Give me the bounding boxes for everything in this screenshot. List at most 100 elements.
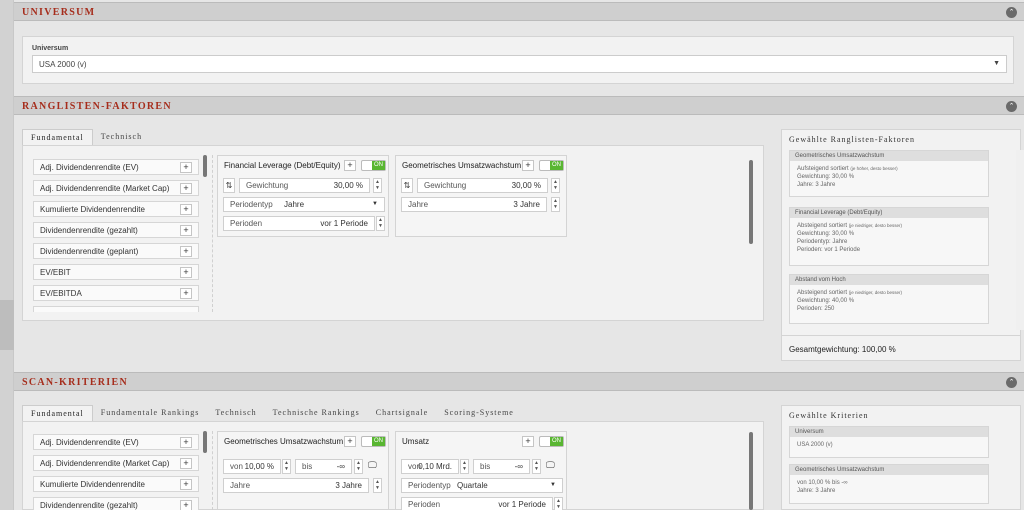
chevron-up-icon[interactable]: ⌃	[1006, 7, 1017, 18]
add-icon[interactable]: +	[344, 160, 356, 171]
add-icon[interactable]: +	[180, 479, 192, 490]
selected-factor: Abstand vom Hoch Absteigend sortiert (je…	[789, 274, 989, 324]
ranking-header[interactable]: Ranglisten-Faktoren ⌃	[14, 96, 1024, 115]
list-item[interactable]: Dividendenrendite (gezahlt) +	[33, 222, 199, 238]
toggle-switch[interactable]: ON	[361, 160, 386, 171]
list-item[interactable]: EV/EBITDA +	[33, 285, 199, 301]
scan-selected-panel: Gewählte Kriterien Universum USA 2000 (v…	[781, 405, 1021, 510]
list-item[interactable]: Adj. Dividendenrendite (EV) +	[33, 434, 199, 450]
caret-down-icon: ▼	[993, 60, 1000, 67]
tab-technische-rankings[interactable]: Technische Rankings	[265, 405, 368, 421]
monitor-icon[interactable]: 🖵	[368, 460, 380, 472]
tab-scoring-systeme[interactable]: Scoring-Systeme	[436, 405, 522, 421]
toggle-switch[interactable]: ON	[539, 160, 564, 171]
list-item[interactable]: Kumulierte Dividendenrendite +	[33, 476, 199, 492]
monitor-icon[interactable]: 🖵	[546, 460, 558, 472]
list-item[interactable]: Adj. Dividendenrendite (EV) +	[33, 159, 199, 175]
list-scrollbar[interactable]	[203, 155, 207, 177]
list-scrollbar[interactable]	[203, 431, 207, 453]
stepper-icon[interactable]: ▲ ▼	[551, 178, 560, 193]
bis-input[interactable]: bis -∞	[295, 459, 352, 474]
chevron-up-icon[interactable]: ⌃	[1006, 101, 1017, 112]
add-icon[interactable]: +	[180, 267, 192, 278]
list-item[interactable]: Adj. Dividendenrendite (Market Cap) +	[33, 180, 199, 196]
stepper-icon[interactable]: ▲ ▼	[551, 197, 560, 212]
add-icon[interactable]: +	[522, 436, 534, 447]
universum-select-value: USA 2000 (v)	[39, 60, 87, 69]
selected-criterion: Geometrisches Umsatzwachstum von 10,00 %…	[789, 464, 989, 504]
scan-header[interactable]: Scan-Kriterien ⌃	[14, 372, 1024, 391]
jahre-input[interactable]: Jahre 3 Jahre	[401, 197, 547, 212]
tab-technisch[interactable]: Technisch	[207, 405, 264, 421]
universum-label: Universum	[32, 45, 69, 52]
list-item[interactable]: EV/EBIT +	[33, 264, 199, 280]
list-item[interactable]: Kumulierte Dividendenrendite +	[33, 201, 199, 217]
von-input[interactable]: von 0,10 Mrd.	[401, 459, 459, 474]
list-item[interactable]: Adj. Dividendenrendite (Market Cap) +	[33, 455, 199, 471]
stepper-icon[interactable]: ▲ ▼	[532, 459, 541, 474]
list-item[interactable]	[33, 306, 199, 312]
list-item[interactable]: Dividendenrendite (gezahlt) +	[33, 497, 199, 510]
add-icon[interactable]: +	[180, 500, 192, 510]
scan-tabs: Fundamental Fundamentale Rankings Techni…	[22, 405, 522, 421]
chevron-up-icon[interactable]: ⌃	[1006, 377, 1017, 388]
divider	[212, 155, 213, 312]
stepper-icon[interactable]: ▲ ▼	[354, 459, 363, 474]
ranking-tabs: Fundamental Technisch	[22, 129, 150, 145]
cards-scrollbar[interactable]	[749, 160, 753, 244]
add-icon[interactable]: +	[180, 183, 192, 194]
card-title: Geometrisches Umsatzwachstum	[224, 437, 344, 446]
periodentyp-select[interactable]: Periodentyp Jahre ▼	[223, 197, 385, 212]
selected-criteria-title: Gewählte Kriterien	[789, 411, 869, 420]
add-icon[interactable]: +	[180, 288, 192, 299]
add-icon[interactable]: +	[180, 458, 192, 469]
tab-technisch[interactable]: Technisch	[93, 129, 150, 145]
add-icon[interactable]: +	[180, 204, 192, 215]
bis-input[interactable]: bis -∞	[473, 459, 530, 474]
periodentyp-select[interactable]: Periodentyp Quartale ▼	[401, 478, 563, 493]
scan-criteria-list: Adj. Dividendenrendite (EV) + Adj. Divide…	[33, 434, 199, 510]
sort-icon[interactable]: ⇅	[223, 178, 235, 193]
list-item[interactable]: Dividendenrendite (geplant) +	[33, 243, 199, 259]
tab-fundamental[interactable]: Fundamental	[22, 129, 93, 145]
ranking-factor-list: Adj. Dividendenrendite (EV) + Adj. Divide…	[33, 159, 199, 312]
perioden-input[interactable]: Perioden vor 1 Periode	[401, 497, 553, 510]
stepper-icon[interactable]: ▲ ▼	[376, 216, 385, 231]
total-weight: Gesamtgewichtung: 100,00 %	[789, 345, 896, 354]
stepper-icon[interactable]: ▲ ▼	[373, 478, 382, 493]
ranking-title: Ranglisten-Faktoren	[22, 101, 172, 112]
page-scroll-track[interactable]	[1016, 150, 1024, 330]
ranking-selected-panel: Gewählte Ranglisten-Faktoren Geometrisch…	[781, 129, 1021, 361]
criterion-card-umsatz: Umsatz + ON von 0,10 Mrd. ▲ ▼ bis -∞ ▲ ▼ 🖵 P…	[395, 431, 567, 510]
cards-scrollbar[interactable]	[749, 432, 753, 510]
add-icon[interactable]: +	[180, 246, 192, 257]
weight-input[interactable]: Gewichtung 30,00 %	[417, 178, 548, 193]
stepper-icon[interactable]: ▲ ▼	[282, 459, 291, 474]
tab-fundamental[interactable]: Fundamental	[22, 405, 93, 421]
universum-select[interactable]: USA 2000 (v) ▼	[32, 55, 1007, 73]
tab-chartsignale[interactable]: Chartsignale	[368, 405, 436, 421]
add-icon[interactable]: +	[522, 160, 534, 171]
criterion-card-umsatzwachstum: Geometrisches Umsatzwachstum + ON von 10,…	[217, 431, 389, 510]
tab-fundamentale-rankings[interactable]: Fundamentale Rankings	[93, 405, 208, 421]
add-icon[interactable]: +	[180, 437, 192, 448]
perioden-input[interactable]: Perioden vor 1 Periode	[223, 216, 375, 231]
left-edge-strip	[0, 0, 14, 510]
toggle-switch[interactable]: ON	[361, 436, 386, 447]
factor-card-umsatzwachstum: Geometrisches Umsatzwachstum + ON ⇅ Gewi…	[395, 155, 567, 237]
von-input[interactable]: von 10,00 %	[223, 459, 281, 474]
sort-icon[interactable]: ⇅	[401, 178, 413, 193]
add-icon[interactable]: +	[180, 162, 192, 173]
scan-title: Scan-Kriterien	[22, 377, 128, 388]
jahre-input[interactable]: Jahre 3 Jahre	[223, 478, 369, 493]
stepper-icon[interactable]: ▲ ▼	[373, 178, 382, 193]
stepper-icon[interactable]: ▲ ▼	[460, 459, 469, 474]
card-title: Geometrisches Umsatzwachstum	[402, 161, 522, 170]
stepper-icon[interactable]: ▲ ▼	[554, 497, 563, 510]
add-icon[interactable]: +	[344, 436, 356, 447]
caret-down-icon: ▼	[550, 482, 556, 488]
universum-header[interactable]: Universum ⌃	[14, 2, 1024, 21]
add-icon[interactable]: +	[180, 225, 192, 236]
weight-input[interactable]: Gewichtung 30,00 %	[239, 178, 370, 193]
toggle-switch[interactable]: ON	[539, 436, 564, 447]
